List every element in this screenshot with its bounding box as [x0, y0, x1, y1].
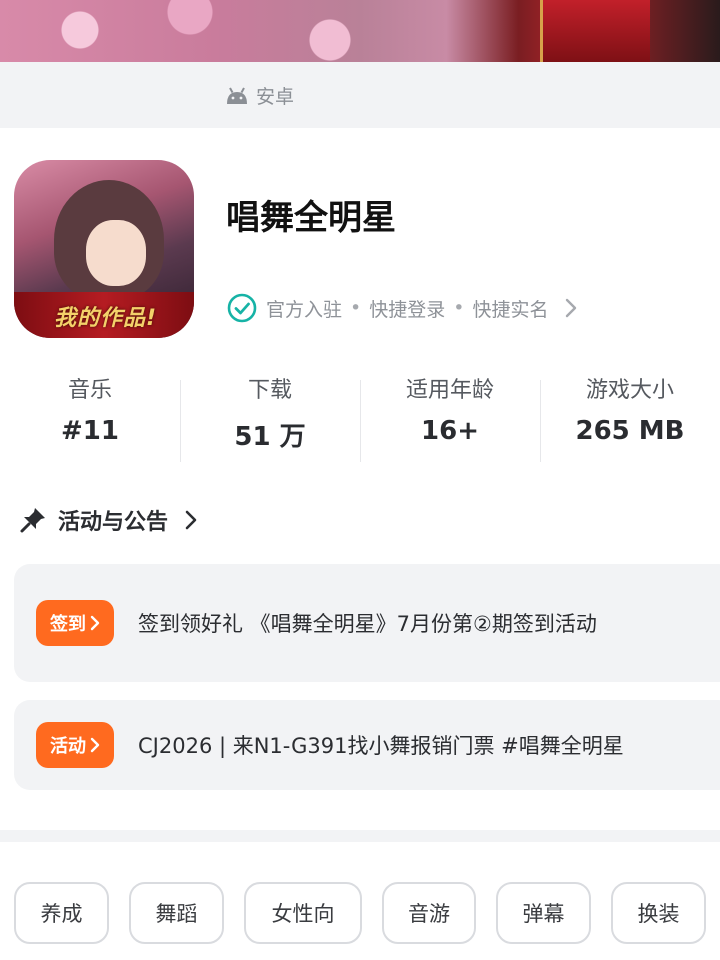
section-divider [0, 830, 720, 842]
stat-value: 265 MB [575, 416, 685, 446]
tag-chip[interactable]: 舞蹈 [129, 882, 224, 944]
pin-icon [20, 508, 45, 533]
badge-quick-login: 快捷登录 [369, 298, 446, 321]
stat-age-rating[interactable]: 适用年龄 16+ [360, 370, 540, 462]
tag-chip[interactable]: 弹幕 [496, 882, 591, 944]
hero-banner [0, 0, 720, 62]
game-detail-page: 安卓 我的作品! 唱舞全明星 官方入驻 • 快捷登录 • 快捷实名 音乐 #11… [0, 0, 720, 960]
announcement-item[interactable]: 活动 CJ2026 | 来N1-G391找小舞报销门票 #唱舞全明星 [14, 700, 720, 790]
app-icon: 我的作品! [14, 160, 194, 338]
tag-chip[interactable]: 换装 [611, 882, 706, 944]
stat-value: 51 万 [234, 422, 306, 452]
verified-check-icon [227, 293, 257, 323]
chevron-right-icon [185, 510, 197, 530]
stat-label: 下载 [247, 378, 292, 403]
tag-list: 养成 舞蹈 女性向 音游 弹幕 换装 [14, 882, 706, 944]
announcement-tag-label: 签到 [50, 614, 86, 635]
stats-row: 音乐 #11 下载 51 万 适用年龄 16+ 游戏大小 265 MB [0, 370, 720, 462]
stat-downloads: 下载 51 万 [180, 370, 360, 462]
announcement-tag-label: 活动 [50, 736, 86, 757]
stat-label: 游戏大小 [585, 378, 674, 403]
announcement-text: 签到领好礼 《唱舞全明星》7月份第②期签到活动 [138, 612, 597, 636]
verification-badges[interactable]: 官方入驻 • 快捷登录 • 快捷实名 [226, 292, 580, 324]
app-icon-logo: 我的作品! [54, 306, 158, 331]
badge-quick-verify: 快捷实名 [472, 298, 549, 321]
badge-separator: • [453, 297, 465, 319]
badge-separator: • [350, 297, 362, 319]
announcements-title: 活动与公告 [58, 510, 169, 535]
stat-category[interactable]: 音乐 #11 [0, 370, 180, 462]
tag-chip[interactable]: 音游 [382, 882, 476, 944]
app-title: 唱舞全明星 [226, 198, 396, 238]
chevron-right-icon [566, 298, 577, 318]
stat-label: 适用年龄 [405, 378, 494, 403]
stat-value: #11 [61, 416, 119, 446]
chevron-right-icon [90, 737, 100, 753]
hero-character-art [540, 0, 650, 62]
tag-chip[interactable]: 养成 [14, 882, 109, 944]
stat-game-size: 游戏大小 265 MB [540, 370, 720, 462]
stat-value: 16+ [421, 416, 479, 446]
announcement-text: CJ2026 | 来N1-G391找小舞报销门票 #唱舞全明星 [138, 734, 624, 758]
announcements-header[interactable]: 活动与公告 [18, 504, 200, 536]
announcement-tag: 活动 [36, 722, 114, 768]
tag-chip[interactable]: 女性向 [244, 882, 362, 944]
announcement-tag: 签到 [36, 600, 114, 646]
platform-selector[interactable]: 安卓 [224, 82, 294, 109]
android-icon [227, 87, 247, 104]
stat-label: 音乐 [67, 378, 112, 403]
badge-official: 官方入驻 [266, 298, 343, 321]
chevron-right-icon [90, 615, 100, 631]
announcement-item[interactable]: 签到 签到领好礼 《唱舞全明星》7月份第②期签到活动 [14, 564, 720, 682]
platform-label: 安卓 [256, 86, 295, 108]
platform-bar: 安卓 [0, 62, 720, 128]
